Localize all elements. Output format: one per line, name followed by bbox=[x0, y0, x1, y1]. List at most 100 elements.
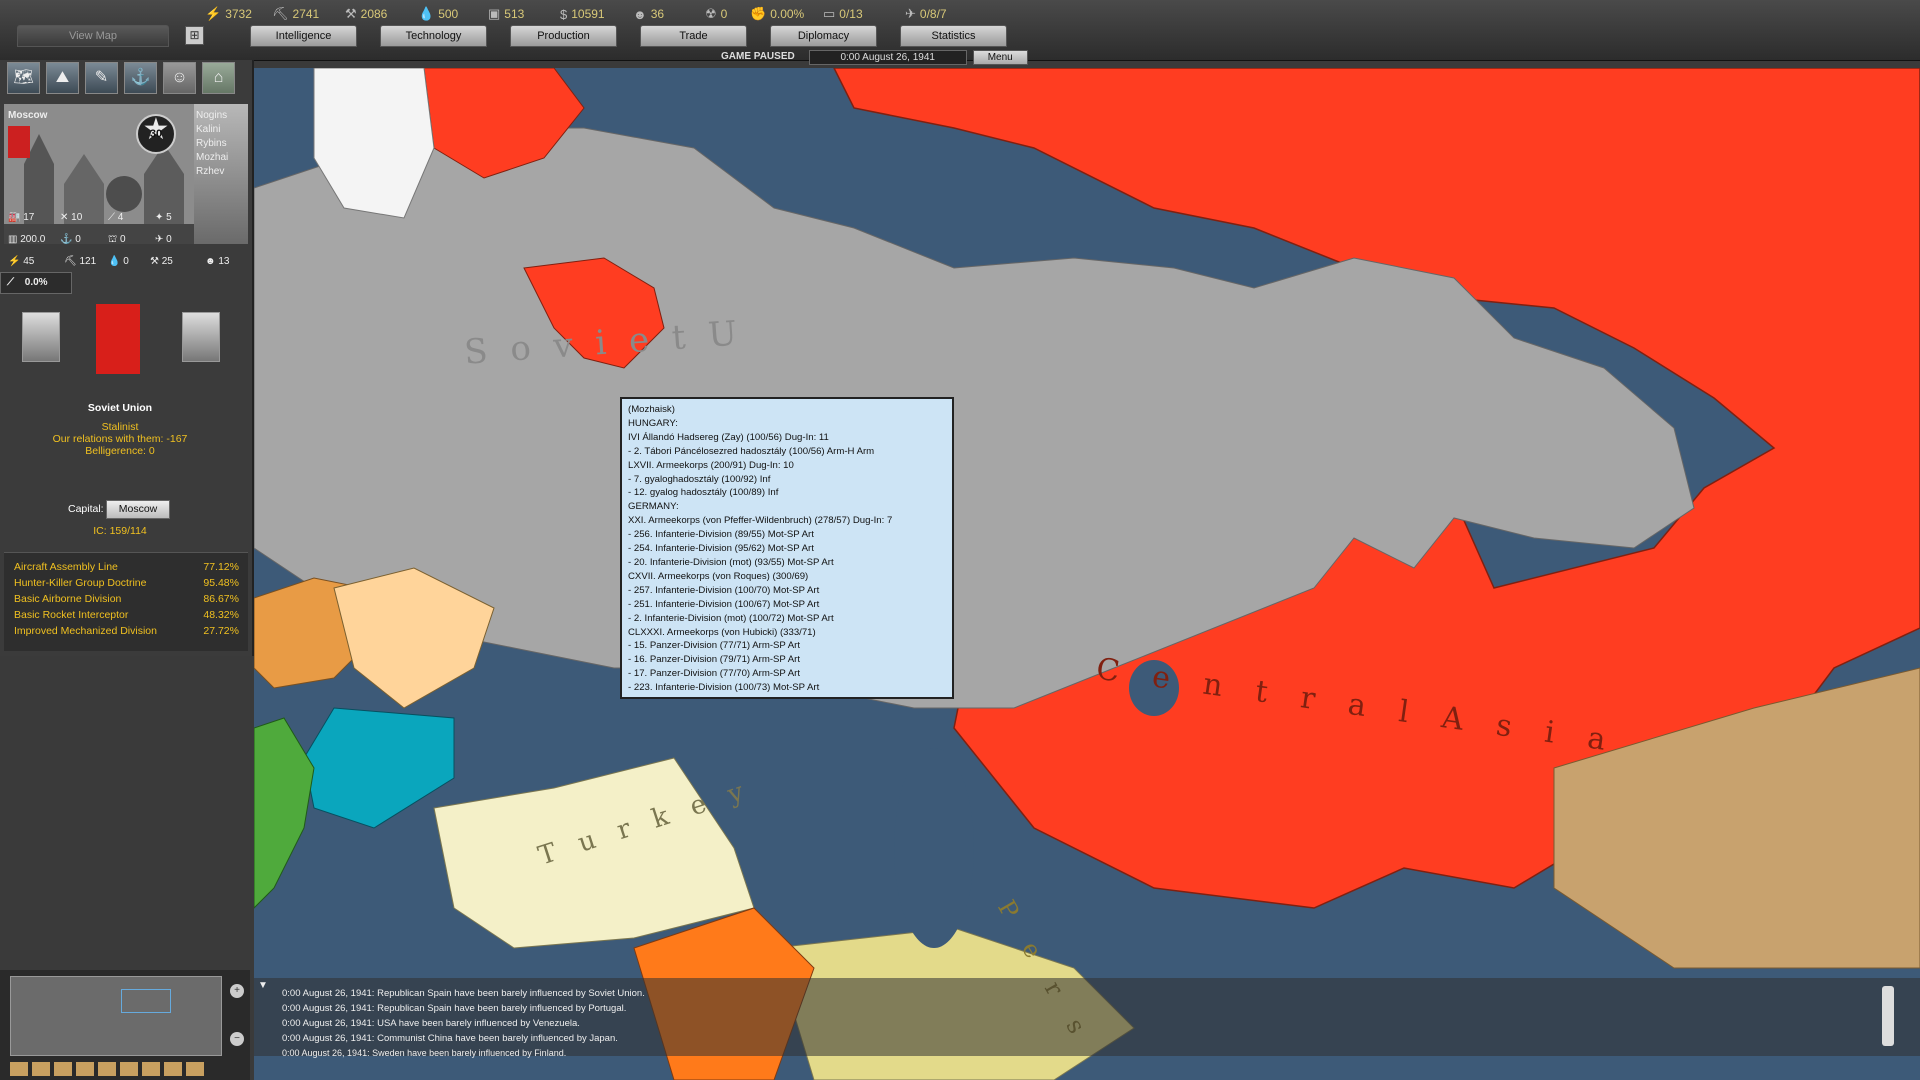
industry-stat: 🏭 17 bbox=[8, 212, 35, 223]
tab-intelligence[interactable]: Intelligence bbox=[250, 25, 357, 47]
log-entry[interactable]: 0:00 August 26, 1941: Republican Spain h… bbox=[282, 1003, 626, 1014]
money-resource: $10591 bbox=[560, 6, 605, 22]
energy-icon: ⚡ bbox=[205, 6, 222, 21]
res-oil-stat: 💧 0 bbox=[108, 256, 129, 267]
radar-stat: ✦ 5 bbox=[155, 212, 172, 223]
map-mode-supply-button[interactable]: ✎ bbox=[85, 62, 118, 94]
neighbor-link[interactable]: Rybins bbox=[196, 138, 227, 149]
tab-trade[interactable]: Trade bbox=[640, 25, 747, 47]
fort-stat: ⛫ 0 bbox=[108, 234, 126, 245]
log-entry[interactable]: 0:00 August 26, 1941: USA have been bare… bbox=[282, 1018, 580, 1029]
metal-small-icon: ⛏ bbox=[64, 256, 77, 267]
supply-icon: ⟋ bbox=[7, 277, 14, 288]
country-relations: Our relations with them: -167 bbox=[52, 433, 188, 445]
research-row[interactable]: Hunter-Killer Group Doctrine 95.48% bbox=[14, 577, 239, 589]
port-stat: ⚓ 0 bbox=[60, 234, 81, 245]
escort-icon: ✈ bbox=[905, 6, 916, 21]
manpower-resource: ☻ 36 bbox=[633, 6, 665, 22]
map-regions bbox=[254, 68, 1920, 1080]
world-map[interactable]: S o v i e t U C e n t r a l A s i a T u … bbox=[254, 68, 1920, 1080]
filter-land-icon[interactable] bbox=[10, 1062, 28, 1076]
filter-air-icon[interactable] bbox=[76, 1062, 94, 1076]
log-collapse-icon[interactable]: ▼ bbox=[258, 980, 268, 991]
factory-icon: 🏭 bbox=[8, 212, 21, 223]
supply-indicator: ⟋ 0.0% bbox=[0, 272, 72, 294]
neighbor-link[interactable]: Nogins bbox=[196, 110, 227, 121]
energy-resource: ⚡ 3732 bbox=[205, 6, 252, 21]
tab-diplomacy[interactable]: Diplomacy bbox=[770, 25, 877, 47]
tooltip-line: CLXXXI. Armeekorps (von Hubicki) (333/71… bbox=[628, 626, 816, 638]
map-mode-political-button[interactable]: ⛰ bbox=[46, 62, 79, 94]
caspian-sea bbox=[894, 748, 974, 948]
airbase-stat: ▥ 200.0 bbox=[8, 234, 46, 245]
log-entry[interactable]: 0:00 August 26, 1941: Communist China ha… bbox=[282, 1033, 618, 1044]
supplies-resource: ▣ 513 bbox=[488, 6, 525, 21]
filter-nuke-icon[interactable] bbox=[54, 1062, 72, 1076]
tab-production[interactable]: Production bbox=[510, 25, 617, 47]
research-row[interactable]: Aircraft Assembly Line 77.12% bbox=[14, 561, 239, 573]
escorts-resource: ✈ 0/8/7 bbox=[905, 6, 947, 21]
capital-button[interactable]: Moscow bbox=[106, 500, 170, 519]
filter-terrain-icon[interactable] bbox=[164, 1062, 182, 1076]
dissent-icon: ✊ bbox=[750, 6, 767, 21]
head-of-government-portrait[interactable] bbox=[182, 312, 220, 362]
tab-view-map[interactable]: View Map bbox=[17, 25, 169, 47]
research-row[interactable]: Basic Rocket Interceptor 48.32% bbox=[14, 609, 239, 621]
tooltip-line: - 17. Panzer-Division (77/70) Arm-SP Art bbox=[628, 668, 801, 680]
oil-small-icon: 💧 bbox=[108, 256, 121, 267]
research-row[interactable]: Improved Mechanized Division 27.72% bbox=[14, 625, 239, 637]
neighbor-link[interactable]: Mozhai bbox=[196, 152, 228, 163]
infra-stat: ✕ 10 bbox=[60, 212, 83, 223]
log-entry[interactable]: 0:00 August 26, 1941: Republican Spain h… bbox=[282, 988, 645, 999]
tooltip-line: - 254. Infanterie-Division (95/62) Mot-S… bbox=[628, 543, 814, 555]
neighbor-link[interactable]: Rzhev bbox=[196, 166, 224, 177]
zoom-out-button[interactable]: − bbox=[230, 1032, 244, 1046]
map-mode-portrait-button[interactable]: ☺ bbox=[163, 62, 196, 94]
log-entry[interactable]: 0:00 August 26, 1941: Sweden have been b… bbox=[282, 1048, 566, 1058]
game-date: 0:00 August 26, 1941 bbox=[808, 50, 967, 65]
supplies-icon: ▣ bbox=[488, 6, 501, 21]
filter-naval-icon[interactable] bbox=[98, 1062, 116, 1076]
tooltip-line: XXI. Armeekorps (von Pfeffer-Wildenbruch… bbox=[628, 515, 893, 527]
log-scrollbar[interactable] bbox=[1882, 986, 1894, 1046]
energy-small-icon: ⚡ bbox=[8, 256, 21, 267]
capital-label: Capital: bbox=[68, 503, 104, 515]
money-icon: $ bbox=[560, 6, 568, 22]
tooltip-line: - 251. Infanterie-Division (100/67) Mot-… bbox=[628, 598, 820, 610]
res-manpower-stat: ☻ 13 bbox=[205, 256, 230, 267]
zoom-in-button[interactable]: + bbox=[230, 984, 244, 998]
research-row[interactable]: Basic Airborne Division 86.67% bbox=[14, 593, 239, 605]
country-ideology: Stalinist bbox=[101, 421, 139, 433]
filter-supply-icon[interactable] bbox=[120, 1062, 138, 1076]
menu-button[interactable]: Menu bbox=[972, 50, 1028, 65]
tab-technology[interactable]: Technology bbox=[380, 25, 487, 47]
soviet-flag-icon bbox=[8, 126, 30, 158]
tooltip-line: (Mozhaisk) bbox=[628, 404, 675, 415]
map-mode-diplomatic-button[interactable]: ⌂ bbox=[202, 62, 235, 94]
res-rare-stat: ⚒ 25 bbox=[150, 256, 173, 267]
map-mode-terrain-button[interactable]: 🗺 bbox=[7, 62, 40, 94]
minimize-panel-button[interactable]: ⊞ bbox=[185, 26, 204, 45]
metal-icon: ⛏ bbox=[272, 6, 289, 21]
minimap-panel: + − bbox=[0, 970, 250, 1080]
minimap[interactable] bbox=[10, 976, 222, 1056]
map-mode-naval-button[interactable]: ⚓ bbox=[124, 62, 157, 94]
message-log: ▼ 0:00 August 26, 1941: Republican Spain… bbox=[254, 978, 1920, 1058]
tooltip-line: - 7. gyaloghadosztály (100/92) Inf bbox=[628, 473, 771, 485]
manpower-icon: ☻ bbox=[633, 6, 647, 22]
tooltip-line: - 257. Infanterie-Division (100/70) Mot-… bbox=[628, 584, 820, 596]
head-of-state-portrait[interactable] bbox=[22, 312, 60, 362]
filter-weather-icon[interactable] bbox=[142, 1062, 160, 1076]
minimap-viewport[interactable] bbox=[121, 989, 171, 1013]
filter-info-icon[interactable] bbox=[186, 1062, 204, 1076]
tab-statistics[interactable]: Statistics bbox=[900, 25, 1007, 47]
neighbor-link[interactable]: Kalini bbox=[196, 124, 220, 135]
tooltip-line: LXVII. Armeekorps (200/91) Dug-In: 10 bbox=[628, 459, 794, 471]
filter-flag-icon[interactable] bbox=[32, 1062, 50, 1076]
tooltip-line: HUNGARY: bbox=[628, 417, 678, 429]
manpower-small-icon: ☻ bbox=[205, 256, 216, 267]
victory-points-badge: ★ 30 bbox=[136, 113, 176, 154]
rare-materials-icon: ⚒ bbox=[345, 6, 357, 21]
coastal-stat: ✈ 0 bbox=[155, 234, 172, 245]
tooltip-line: - 223. Infanterie-Division (100/73) Mot-… bbox=[628, 682, 820, 694]
